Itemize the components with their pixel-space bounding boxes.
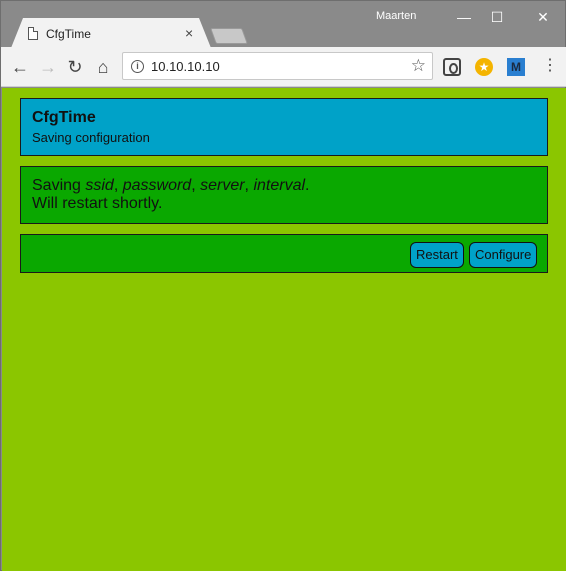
- home-icon[interactable]: ⌂: [92, 56, 114, 78]
- profile-name[interactable]: Maarten: [376, 10, 416, 22]
- browser-toolbar: ← → ↻ ⌂ i 10.10.10.10 ☆ ★ M ⋮: [1, 47, 566, 87]
- back-icon[interactable]: ←: [9, 56, 31, 78]
- header-panel: CfgTime Saving configuration: [20, 98, 548, 156]
- message-panel: Saving ssid, password, server, interval.…: [20, 166, 548, 224]
- button-panel: Restart Configure: [20, 234, 548, 273]
- restart-notice: Will restart shortly.: [32, 195, 163, 212]
- configure-button[interactable]: Configure: [469, 242, 538, 268]
- status-message: Saving ssid, password, server, interval.…: [32, 177, 309, 213]
- extension-shield-icon[interactable]: [443, 58, 461, 76]
- page-title: CfgTime: [32, 109, 96, 126]
- extension-m-icon[interactable]: M: [507, 58, 525, 76]
- url-text[interactable]: 10.10.10.10: [151, 59, 220, 74]
- menu-icon[interactable]: ⋮: [542, 57, 558, 75]
- tab-close-icon[interactable]: ×: [185, 25, 193, 41]
- message-prefix: Saving: [32, 177, 86, 194]
- field-server: server: [200, 177, 245, 194]
- tab-cfgtime[interactable]: [11, 18, 211, 48]
- tab-title: CfgTime: [46, 27, 91, 41]
- reload-icon[interactable]: ↻: [64, 56, 86, 78]
- page-subtitle: Saving configuration: [32, 130, 150, 145]
- field-password: password: [122, 177, 192, 194]
- field-interval: interval: [253, 177, 306, 194]
- minimize-icon[interactable]: —: [449, 5, 479, 29]
- page-icon: [28, 27, 38, 40]
- close-icon[interactable]: ✕: [528, 5, 558, 29]
- message-suffix: .: [305, 177, 310, 194]
- field-ssid: ssid: [85, 177, 114, 194]
- separator: ,: [113, 177, 123, 194]
- page-viewport: CfgTime Saving configuration Saving ssid…: [2, 88, 566, 571]
- bookmark-star-icon[interactable]: ☆: [411, 56, 426, 76]
- new-tab-button[interactable]: [210, 28, 248, 44]
- extension-coin-icon[interactable]: ★: [475, 58, 493, 76]
- restart-button[interactable]: Restart: [410, 242, 464, 268]
- browser-window: CfgTime × Maarten — ☐ ✕ ← → ↻ ⌂ i 10.10.…: [0, 0, 566, 571]
- maximize-icon[interactable]: ☐: [482, 5, 512, 29]
- title-bar: CfgTime × Maarten — ☐ ✕: [1, 1, 566, 48]
- info-icon[interactable]: i: [131, 60, 144, 73]
- separator: ,: [191, 177, 201, 194]
- address-bar[interactable]: i 10.10.10.10 ☆: [122, 52, 433, 80]
- forward-icon[interactable]: →: [37, 56, 59, 78]
